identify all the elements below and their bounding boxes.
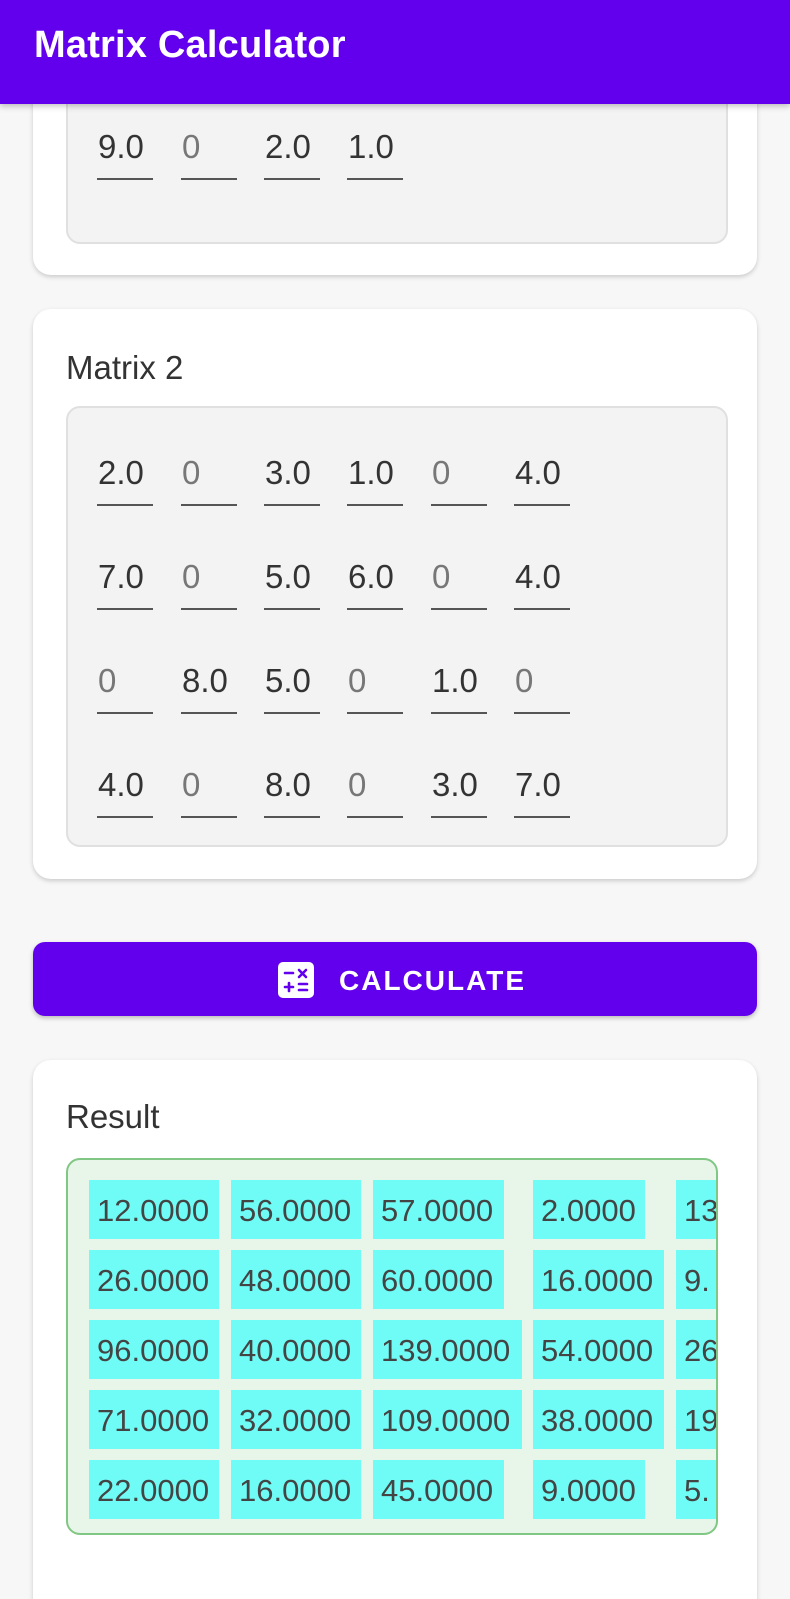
result-cell: 54.0000: [533, 1320, 664, 1379]
scroll-content[interactable]: 9.0 0 2.0 1.0 Matrix 2 2.0 0 3.0 1.0 0 4…: [0, 104, 790, 1599]
matrix-cell-input[interactable]: 4.0: [97, 760, 153, 818]
matrix1-grid: 9.0 0 2.0 1.0: [66, 104, 728, 244]
calculate-button-label: CALCULATE: [339, 965, 527, 996]
result-cell: 16.0000: [533, 1250, 664, 1309]
matrix-cell-input[interactable]: 0: [97, 656, 153, 714]
result-cell: 19: [676, 1390, 716, 1449]
result-cell: 32.0000: [231, 1390, 361, 1449]
result-cell: 12.0000: [89, 1180, 219, 1239]
matrix-cell-input[interactable]: 9.0: [97, 122, 153, 180]
result-cell: 16.0000: [231, 1460, 361, 1519]
matrix-cell-input[interactable]: 5.0: [264, 656, 320, 714]
matrix-cell-input[interactable]: 1.0: [347, 122, 403, 180]
result-cell: 71.0000: [89, 1390, 219, 1449]
result-cell: 13: [676, 1180, 716, 1239]
result-cell: 5.: [676, 1460, 716, 1519]
matrix-cell-input[interactable]: 0: [181, 448, 237, 506]
result-cell: 48.0000: [231, 1250, 361, 1309]
result-cell: 26.0000: [89, 1250, 219, 1309]
result-cell: 26: [676, 1320, 716, 1379]
matrix-cell-input[interactable]: 1.0: [347, 448, 403, 506]
result-cell: 38.0000: [533, 1390, 664, 1449]
matrix-cell-input[interactable]: 0: [514, 656, 570, 714]
result-grid: 12.0000 56.0000 57.0000 2.0000 13 26.000…: [66, 1158, 718, 1535]
result-cell: 45.0000: [373, 1460, 504, 1519]
matrix-cell-input[interactable]: 3.0: [264, 448, 320, 506]
matrix-cell-input[interactable]: 8.0: [264, 760, 320, 818]
matrix-cell-input[interactable]: 2.0: [97, 448, 153, 506]
matrix-cell-input[interactable]: 7.0: [97, 552, 153, 610]
result-cell: 2.0000: [533, 1180, 645, 1239]
result-card: Result 12.0000 56.0000 57.0000 2.0000 13…: [33, 1060, 757, 1599]
matrix-cell-input[interactable]: 1.0: [431, 656, 487, 714]
matrix-cell-input[interactable]: 2.0: [264, 122, 320, 180]
matrix-cell-input[interactable]: 4.0: [514, 448, 570, 506]
result-cell: 40.0000: [231, 1320, 361, 1379]
app-bar: Matrix Calculator: [0, 0, 790, 104]
result-title: Result: [66, 1098, 160, 1135]
matrix1-card: 9.0 0 2.0 1.0: [33, 104, 757, 275]
result-cell: 96.0000: [89, 1320, 219, 1379]
result-cell: 22.0000: [89, 1460, 219, 1519]
matrix-cell-input[interactable]: 0: [347, 656, 403, 714]
matrix-cell-input[interactable]: 0: [181, 760, 237, 818]
matrix-cell-input[interactable]: 4.0: [514, 552, 570, 610]
matrix2-title: Matrix 2: [66, 349, 184, 386]
matrix-cell-input[interactable]: 0: [347, 760, 403, 818]
matrix2-grid: 2.0 0 3.0 1.0 0 4.0 7.0 0 5.0 6.0 0 4.0 …: [66, 406, 728, 847]
matrix-cell-input[interactable]: 0: [181, 552, 237, 610]
matrix-cell-input[interactable]: 5.0: [264, 552, 320, 610]
calculator-icon: [278, 962, 314, 998]
matrix-cell-input[interactable]: 7.0: [514, 760, 570, 818]
result-cell: 56.0000: [231, 1180, 361, 1239]
matrix2-card: Matrix 2 2.0 0 3.0 1.0 0 4.0 7.0 0 5.0 6…: [33, 309, 757, 879]
calculate-button[interactable]: CALCULATE: [33, 942, 757, 1016]
result-cell: 109.0000: [373, 1390, 522, 1449]
matrix-cell-input[interactable]: 8.0: [181, 656, 237, 714]
matrix-cell-input[interactable]: 3.0: [431, 760, 487, 818]
result-cell: 60.0000: [373, 1250, 504, 1309]
result-cell: 9.: [676, 1250, 716, 1309]
result-cell: 57.0000: [373, 1180, 504, 1239]
matrix-cell-input[interactable]: 0: [181, 122, 237, 180]
result-cell: 9.0000: [533, 1460, 645, 1519]
result-cell: 139.0000: [373, 1320, 522, 1379]
matrix-cell-input[interactable]: 6.0: [347, 552, 403, 610]
matrix-cell-input[interactable]: 0: [431, 448, 487, 506]
matrix-cell-input[interactable]: 0: [431, 552, 487, 610]
app-title: Matrix Calculator: [34, 24, 346, 66]
